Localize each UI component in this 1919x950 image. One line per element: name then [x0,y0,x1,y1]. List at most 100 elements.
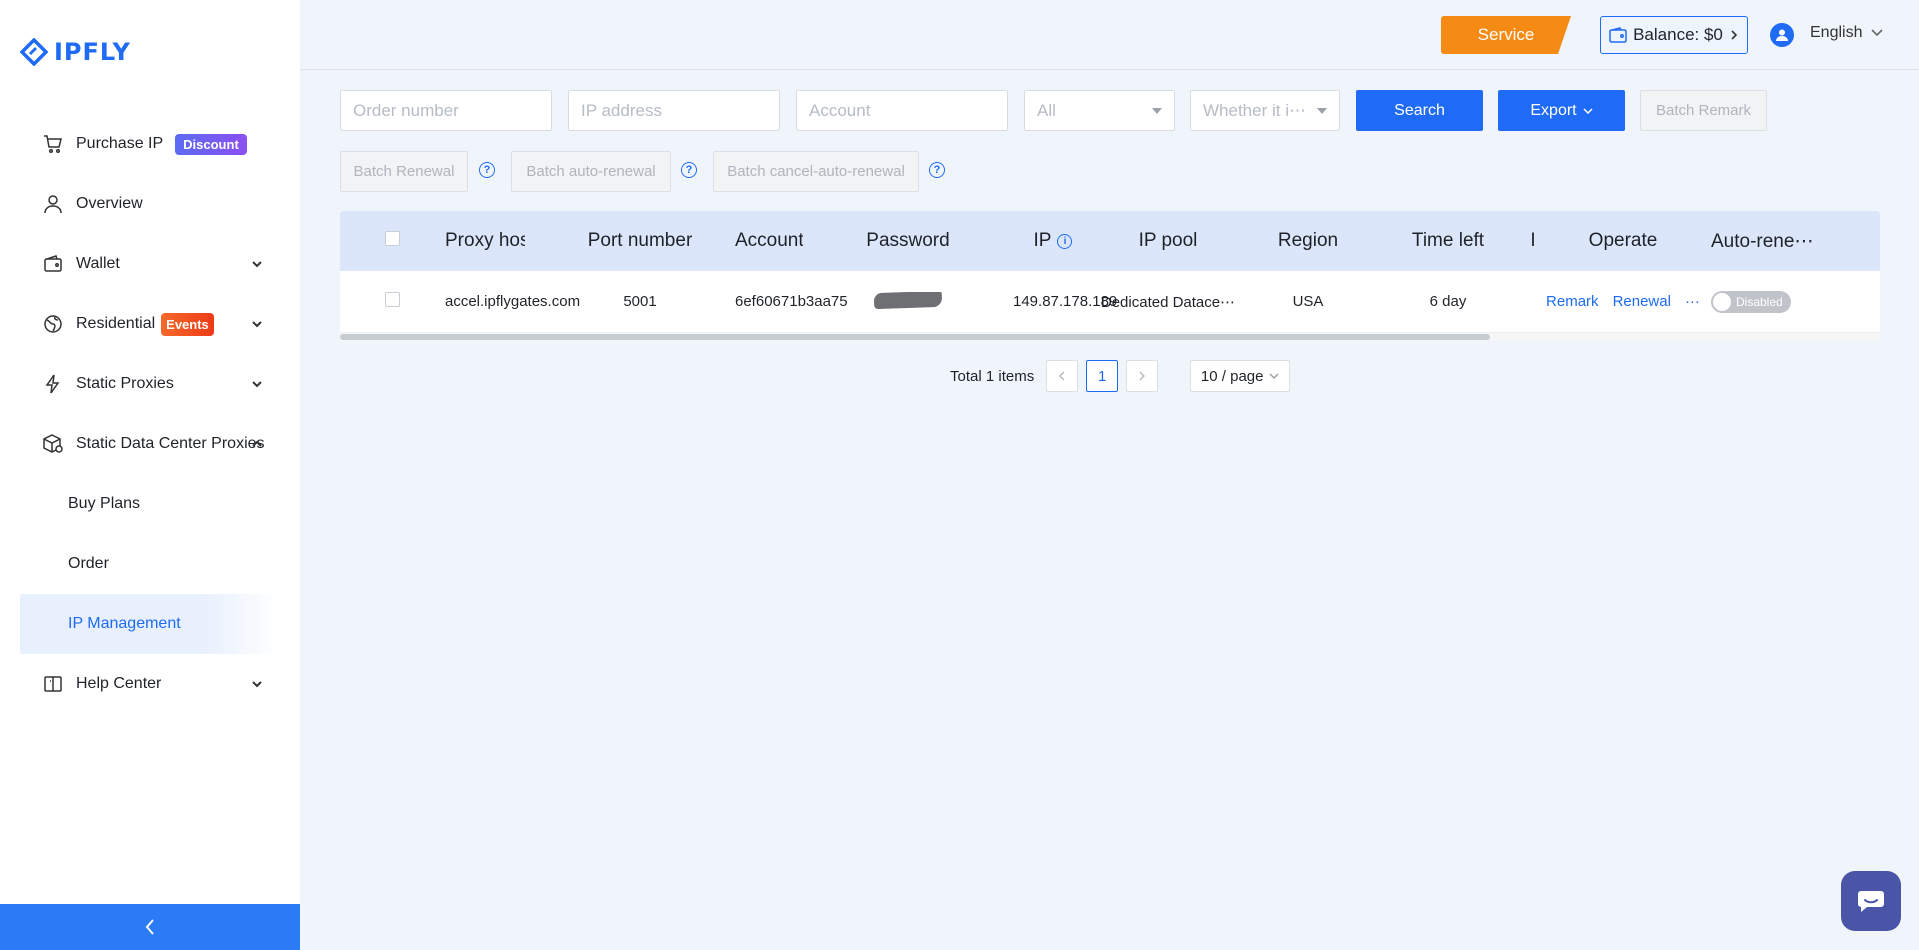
pagination: Total 1 items 1 10 / page [950,360,1291,392]
service-label: Service [1477,25,1535,44]
caret-down-icon [1152,108,1162,114]
sidebar-item-label: Help Center [76,675,162,692]
time-left-cell: 6 day [1429,293,1467,310]
proxy-host-cell: accel.ipflygates.com [445,293,581,310]
column-header: Password [866,230,950,251]
batch-auto-renewal-button[interactable]: Batch auto-renewal [511,151,671,192]
order-number-field[interactable] [353,100,551,121]
sidebar-item-overview[interactable]: Overview [20,174,280,234]
user-icon [1776,29,1788,41]
toggle-knob [1713,292,1731,311]
select-all-checkbox[interactable] [385,231,400,246]
balance-button[interactable]: Balance: $0 [1600,16,1748,54]
cart-icon [42,133,64,155]
region-cell: USA [1292,293,1324,310]
ip-table: Proxy host Port number Account Password … [340,211,1880,341]
row-checkbox[interactable] [385,292,400,307]
sidebar-item-purchase-ip[interactable]: Purchase IP Discount [20,114,280,174]
prev-page-button[interactable] [1046,360,1079,392]
column-header: Auto-rene⋯ [1711,230,1814,252]
sidebar-subitem-order[interactable]: Order [20,534,280,594]
sidebar-item-static-data-center-proxies[interactable]: Static Data Center Proxies [20,414,280,474]
chevron-down-icon [252,381,262,388]
chat-support-button[interactable] [1841,871,1901,931]
order-number-input[interactable] [340,90,552,131]
user-icon [42,193,64,215]
sidebar-item-label: Purchase IP [76,135,164,152]
export-label: Export [1530,101,1577,119]
sidebar-collapse-button[interactable] [0,904,300,950]
sidebar: IPFLY Purchase IP Discount Overview Wall… [0,0,300,950]
chevron-down-icon [252,321,262,328]
wallet-icon [1609,27,1627,43]
table-row: accel.ipflygates.com 5001 6ef60671b3aa75… [340,271,1880,333]
port-cell: 5001 [623,293,657,310]
sidebar-subitem-ip-management[interactable]: IP Management [20,594,280,654]
page-size-select[interactable]: 10 / page [1190,360,1291,392]
chevron-down-icon [1583,107,1593,114]
more-actions-icon[interactable]: ··· [1685,293,1700,310]
search-button[interactable]: Search [1356,90,1483,131]
sidebar-subitem-buy-plans[interactable]: Buy Plans [20,474,280,534]
horizontal-scrollbar[interactable] [340,333,1880,341]
brand-name: IPFLY [54,38,131,66]
language-selector[interactable]: English [1810,24,1884,42]
export-button[interactable]: Export [1498,90,1625,131]
help-icon[interactable]: ? [479,162,495,178]
next-page-button[interactable] [1126,360,1159,392]
batch-remark-label: Batch Remark [1655,102,1752,119]
total-items-label: Total 1 items [950,367,1035,385]
page-button[interactable]: 1 [1086,360,1119,392]
auto-renew-toggle[interactable]: Disabled [1711,290,1791,313]
help-icon[interactable]: ? [681,162,697,178]
wallet-icon [42,253,64,275]
row-select-cell [340,292,445,311]
table-header: Proxy host Port number Account Password … [340,211,1880,271]
column-header: Port number [587,230,693,251]
chevron-up-icon [252,440,262,447]
column-header: Account [735,230,803,251]
sidebar-item-residential[interactable]: Residential Events [20,294,280,354]
batch-renewal-button[interactable]: Batch Renewal [340,151,468,192]
language-label: English [1810,24,1863,41]
account-field[interactable] [809,100,1007,121]
ip-address-field[interactable] [581,100,779,121]
sidebar-item-static-proxies[interactable]: Static Proxies [20,354,280,414]
sidebar-item-label: Residential [76,315,156,332]
sidebar-item-label: Static Proxies [76,375,174,392]
chevron-down-icon [1871,29,1884,37]
batch-cancel-auto-renewal-button[interactable]: Batch cancel-auto-renewal [713,151,919,192]
sidebar-item-label: Wallet [76,255,120,272]
chevron-right-icon [1731,30,1738,40]
ip-pool-cell: Dedicated Datace⋯ [1100,293,1236,311]
sidebar-item-label: Buy Plans [68,495,141,512]
column-header: IP [1033,230,1052,251]
help-icon[interactable]: ? [929,162,945,178]
discount-badge: Discount [175,133,247,155]
column-header: IP pool [1138,230,1198,251]
renewal-link[interactable]: Renewal [1613,293,1671,310]
sidebar-item-label: Order [68,555,109,572]
service-button[interactable]: Service [1441,16,1571,54]
chevron-left-icon [1059,371,1065,381]
scrollbar-thumb[interactable] [340,334,1490,340]
avatar[interactable] [1770,23,1794,47]
logo[interactable]: IPFLY [20,38,131,66]
batch-remark-button[interactable]: Batch Remark [1640,90,1767,131]
chevron-down-icon [1270,373,1279,379]
account-input[interactable] [796,90,1008,131]
ip-address-input[interactable] [568,90,780,131]
sidebar-item-label: IP Management [68,615,181,632]
sidebar-item-help-center[interactable]: Help Center [20,654,280,714]
column-header: Time left [1411,230,1485,251]
select-all-cell [340,230,445,252]
whether-select[interactable]: Whether it i⋯ [1190,90,1340,131]
balance-label: Balance: $0 [1633,25,1723,44]
events-badge: Events [161,312,214,336]
info-icon[interactable]: i [1057,233,1073,249]
sidebar-nav: Purchase IP Discount Overview Wallet Res… [20,114,280,714]
sidebar-item-wallet[interactable]: Wallet [20,234,280,294]
remark-link[interactable]: Remark [1546,293,1599,310]
chevron-right-icon [1139,371,1146,381]
status-select[interactable]: All [1024,90,1175,131]
